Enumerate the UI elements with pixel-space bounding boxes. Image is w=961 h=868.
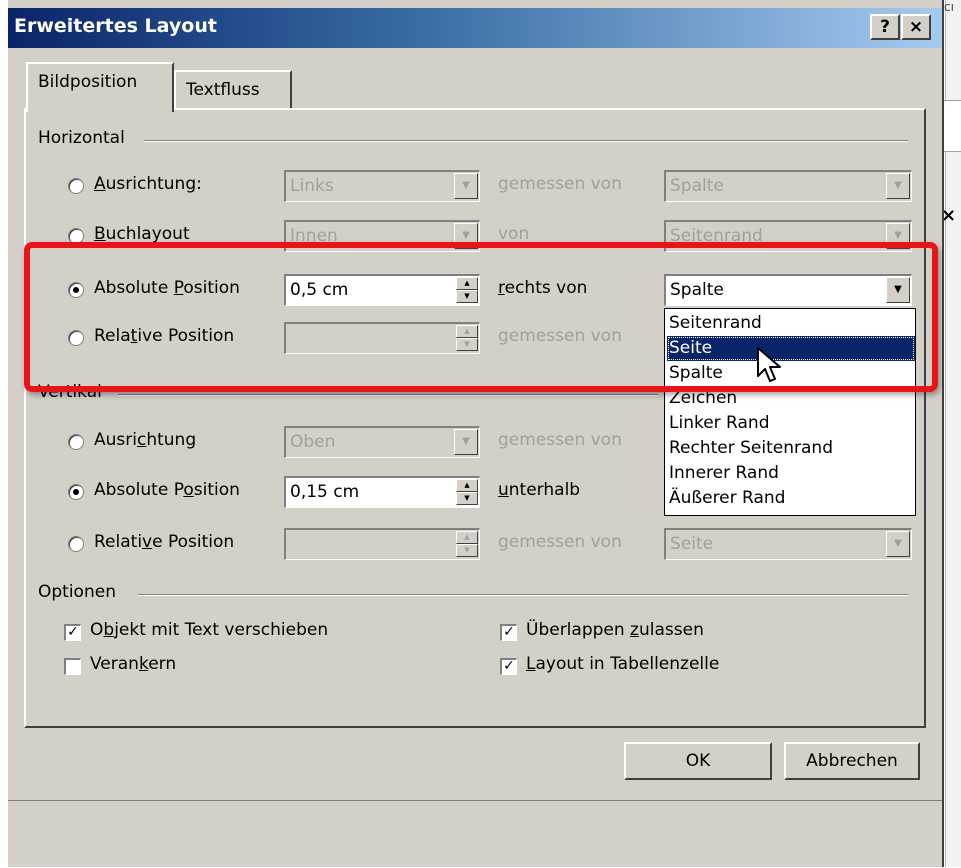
spin-up-icon[interactable]: ▲ — [456, 479, 478, 492]
anchor-checkbox[interactable] — [64, 658, 81, 675]
vertical-relative-position-relation: gemessen von — [498, 532, 622, 552]
horizontal-heading: Horizontal — [38, 128, 131, 148]
help-button[interactable]: ? — [870, 14, 900, 40]
dialog-footer — [8, 800, 942, 868]
vertical-relative-position-radio[interactable] — [68, 536, 84, 552]
tab-bildposition[interactable]: Bildposition — [26, 62, 174, 112]
dropdown-option[interactable]: Äußerer Rand — [667, 486, 915, 511]
vertical-alignment-relation: gemessen von — [498, 430, 622, 450]
vertical-absolute-position-input[interactable]: 0,15 cm ▲ ▼ — [284, 476, 480, 508]
vertical-alignment-radio[interactable] — [68, 434, 84, 450]
background-text-fragment: cı — [944, 0, 954, 14]
close-button[interactable]: × — [901, 14, 931, 40]
vertical-absolute-position-value: 0,15 cm — [290, 482, 360, 502]
title-bar[interactable]: Erweitertes Layout ? × — [8, 8, 942, 48]
options-separator — [138, 594, 908, 596]
allow-overlap-label: Überlappen zulassen — [526, 620, 704, 640]
book-layout-relation: von — [498, 224, 530, 244]
move-with-text-checkbox[interactable]: ✓ — [64, 624, 81, 641]
chevron-down-icon[interactable]: ▼ — [454, 429, 478, 455]
vertical-separator — [118, 394, 658, 396]
layout-in-table-cell-checkbox[interactable]: ✓ — [500, 658, 517, 675]
background-app-left — [0, 0, 8, 867]
horizontal-alignment-target-value: Spalte — [670, 176, 724, 196]
allow-overlap-checkbox[interactable]: ✓ — [500, 624, 517, 641]
spinner[interactable]: ▲ ▼ — [456, 531, 478, 557]
vertical-absolute-position-label: Absolute Position — [94, 480, 240, 500]
horizontal-alignment-label: Ausrichtung: — [94, 174, 202, 194]
vertical-relative-position-label: Relative Position — [94, 532, 235, 552]
vertical-relative-position-target-select[interactable]: Seite ▼ — [664, 528, 912, 560]
horizontal-alignment-radio[interactable] — [68, 178, 84, 194]
anchor-label: Verankern — [90, 654, 177, 674]
vertical-absolute-position-relation: unterhalb — [498, 480, 581, 500]
chevron-down-icon[interactable]: ▼ — [454, 173, 478, 199]
chevron-down-icon[interactable]: ▼ — [886, 173, 910, 199]
ok-button[interactable]: OK — [624, 742, 772, 780]
options-heading: Optionen — [38, 582, 122, 602]
chevron-down-icon[interactable]: ▼ — [886, 531, 910, 557]
vertical-alignment-value: Oben — [290, 432, 336, 452]
spin-down-icon[interactable]: ▼ — [456, 544, 478, 557]
mouse-pointer-icon — [757, 347, 781, 382]
vertical-absolute-position-radio[interactable] — [68, 484, 84, 500]
horizontal-alignment-select[interactable]: Links ▼ — [284, 170, 480, 202]
dialog-title: Erweitertes Layout — [14, 15, 217, 37]
layout-dialog: Erweitertes Layout ? × Bildposition Text… — [8, 0, 944, 867]
spin-up-icon[interactable]: ▲ — [456, 531, 478, 544]
layout-in-table-cell-label: Layout in Tabellenzelle — [526, 654, 720, 674]
spinner[interactable]: ▲ ▼ — [456, 479, 478, 505]
book-layout-label: Buchlayout — [94, 224, 190, 244]
dropdown-option[interactable]: Rechter Seitenrand — [667, 436, 915, 461]
horizontal-separator — [144, 140, 908, 142]
dropdown-option[interactable]: Innerer Rand — [667, 461, 915, 486]
highlight-box — [24, 242, 938, 392]
vertical-relative-position-target-value: Seite — [670, 534, 714, 554]
cancel-button[interactable]: Abbrechen — [784, 742, 920, 780]
tab-textfluss[interactable]: Textfluss — [174, 70, 292, 110]
vertical-relative-position-input[interactable]: ▲ ▼ — [284, 528, 480, 560]
vertical-alignment-select[interactable]: Oben ▼ — [284, 426, 480, 458]
vertical-alignment-label: Ausrichtung — [94, 430, 197, 450]
move-with-text-label: Objekt mit Text verschieben — [90, 620, 329, 640]
horizontal-alignment-target-select[interactable]: Spalte ▼ — [664, 170, 912, 202]
dropdown-option[interactable]: Linker Rand — [667, 411, 915, 436]
spin-down-icon[interactable]: ▼ — [456, 492, 478, 505]
horizontal-alignment-value: Links — [290, 176, 334, 196]
horizontal-alignment-relation: gemessen von — [498, 174, 622, 194]
